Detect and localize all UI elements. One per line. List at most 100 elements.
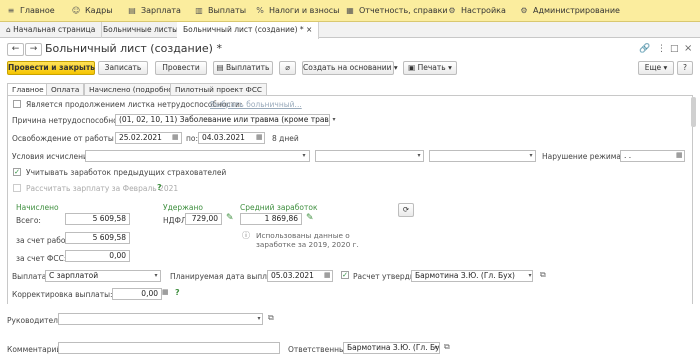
total-field[interactable]: 5 609,58 (65, 213, 130, 225)
tab-label: Больничные листы (103, 25, 179, 34)
attach-button[interactable]: ⌀ (279, 61, 296, 75)
document-icon: ▤ (216, 63, 227, 72)
payout-field[interactable]: С зарплатой (45, 270, 161, 282)
chevron-down-icon[interactable]: ▾ (255, 313, 263, 325)
salary-icon: ▤ (128, 6, 136, 15)
menu-item-salary[interactable]: ▤ Зарплата (127, 0, 181, 22)
chevron-down-icon[interactable]: ▾ (415, 150, 423, 162)
menu-item-taxes[interactable]: % Налоги и взносы (255, 0, 339, 22)
calculator-icon[interactable]: ▦ (162, 288, 169, 296)
help-icon[interactable]: ? (175, 288, 180, 297)
calendar-icon[interactable]: ▦ (324, 271, 331, 279)
release-to-field[interactable]: 04.03.2021 (198, 132, 265, 144)
tab-payment[interactable]: Оплата (46, 83, 85, 95)
more-vertical-icon[interactable]: ⋮ (657, 44, 666, 54)
create-based-on-button[interactable]: Создать на основании ▾ (302, 61, 398, 75)
calendar-icon[interactable]: ▦ (676, 151, 683, 159)
pencil-icon[interactable]: ✎ (306, 213, 314, 223)
chevron-down-icon[interactable]: ▾ (300, 150, 308, 162)
select-sick-list-link[interactable]: Выбрать больничный... (210, 100, 302, 109)
tab-fss-pilot[interactable]: Пилотный проект ФСС (170, 83, 268, 95)
info-text: Использованы данные о заработке за 2019,… (256, 231, 359, 249)
back-button[interactable]: ← (7, 43, 24, 56)
fss-field[interactable]: 0,00 (65, 250, 130, 262)
prev-insurers-checkbox[interactable]: ✓ (13, 168, 21, 176)
chevron-down-icon[interactable]: ▾ (432, 342, 440, 354)
menu-item-label: Администрирование (533, 6, 620, 15)
menu-item-main[interactable]: ≡ Главное (6, 0, 55, 22)
conditions-label: Условия исчисления: (12, 152, 95, 161)
menu-icon: ≡ (7, 6, 15, 15)
menu-item-payments[interactable]: ▥ Выплаты (194, 0, 246, 22)
save-button[interactable]: Записать (98, 61, 148, 75)
pencil-icon[interactable]: ✎ (226, 213, 234, 223)
printer-icon: ▣ (408, 63, 418, 72)
chevron-down-icon[interactable]: ▾ (330, 114, 338, 126)
more-label: Еще (644, 63, 662, 72)
calendar-icon[interactable]: ▦ (256, 133, 263, 141)
employer-field[interactable]: 5 609,58 (65, 232, 130, 244)
post-button[interactable]: Провести (155, 61, 207, 75)
chevron-down-icon: ▾ (445, 63, 452, 72)
avg-earnings-field[interactable]: 1 869,86 (240, 213, 302, 225)
pay-button[interactable]: ▤ Выплатить (213, 61, 273, 75)
open-link-icon[interactable]: ⧉ (540, 270, 546, 280)
tab-label: Начальная страница (13, 25, 96, 34)
maximize-icon[interactable]: □ (670, 44, 679, 54)
menu-item-reports[interactable]: ▦ Отчетность, справки (345, 0, 448, 22)
form-tabs: Главное Оплата Начислено (подробно) Пило… (7, 83, 693, 96)
tab-home[interactable]: ⌂ Начальная страница (0, 22, 103, 38)
reports-icon: ▦ (346, 6, 354, 15)
menu-item-label: Отчетность, справки (359, 6, 448, 15)
reason-field[interactable]: (01, 02, 10, 11) Заболевание или травма … (115, 114, 330, 126)
post-and-close-button[interactable]: Провести и закрыть (7, 61, 95, 75)
open-link-icon[interactable]: ⧉ (268, 313, 274, 323)
print-label: Печать (417, 63, 446, 72)
close-icon[interactable]: × (304, 25, 312, 34)
pay-button-label: Выплатить (226, 63, 270, 72)
open-link-icon[interactable]: ⧉ (444, 342, 450, 352)
print-button[interactable]: ▣ Печать ▾ (403, 61, 457, 75)
ndfl-field[interactable]: 729,00 (185, 213, 222, 225)
continuation-checkbox[interactable] (13, 100, 21, 108)
conditions-field-3[interactable] (429, 150, 536, 162)
paperclip-icon: ⌀ (285, 63, 290, 72)
refresh-button[interactable]: ⟳ (398, 203, 414, 217)
info-icon: ⓘ (242, 231, 250, 240)
scroll-thumb[interactable] (691, 97, 696, 127)
tab-sick-list-create[interactable]: Больничный лист (создание) * × (177, 22, 320, 39)
help-button[interactable]: ? (677, 61, 693, 75)
responsible-field[interactable]: Бармотина З.Ю. (Гл. Бух) (343, 342, 440, 354)
fss-label: за счет ФСС: (16, 254, 67, 263)
forward-button[interactable]: → (25, 43, 42, 56)
calendar-icon[interactable]: ▦ (172, 133, 179, 141)
days-count: 8 дней (272, 134, 299, 143)
chevron-down-icon: ▾ (391, 63, 398, 72)
close-icon[interactable]: × (684, 43, 692, 54)
approved-by-field[interactable]: Бармотина З.Ю. (Гл. Бух) (411, 270, 533, 282)
scrollbar[interactable] (690, 95, 697, 304)
more-button[interactable]: Еще ▾ (638, 61, 674, 75)
calc-salary-checkbox[interactable] (13, 184, 21, 192)
conditions-field-1[interactable] (85, 150, 310, 162)
refresh-icon: ⟳ (402, 205, 410, 214)
menu-item-settings[interactable]: ⚙ Настройка (447, 0, 505, 22)
chevron-down-icon[interactable]: ▾ (152, 270, 160, 282)
menu-item-admin[interactable]: ⚙ Администрирование (519, 0, 620, 22)
prev-insurers-label: Учитывать заработок предыдущих страховат… (26, 168, 227, 177)
menu-item-hr[interactable]: ☺ Кадры (71, 0, 113, 22)
gear-icon: ⚙ (448, 6, 456, 15)
chevron-down-icon[interactable]: ▾ (526, 270, 534, 282)
help-icon[interactable]: ? (157, 183, 162, 192)
release-label: Освобождение от работы с: (12, 134, 123, 143)
conditions-field-2[interactable] (315, 150, 424, 162)
approved-checkbox[interactable]: ✓ (341, 271, 349, 279)
comment-field[interactable] (58, 342, 280, 354)
correction-field[interactable]: 0,00 (112, 288, 162, 300)
page-title: Больничный лист (создание) * (45, 42, 222, 55)
chevron-down-icon[interactable]: ▾ (527, 150, 535, 162)
tab-accrued-detail[interactable]: Начислено (подробно) (84, 83, 181, 95)
link-icon[interactable]: 🔗 (639, 44, 650, 54)
approved-label: Расчет утвердил (353, 272, 420, 281)
head-field[interactable] (58, 313, 263, 325)
